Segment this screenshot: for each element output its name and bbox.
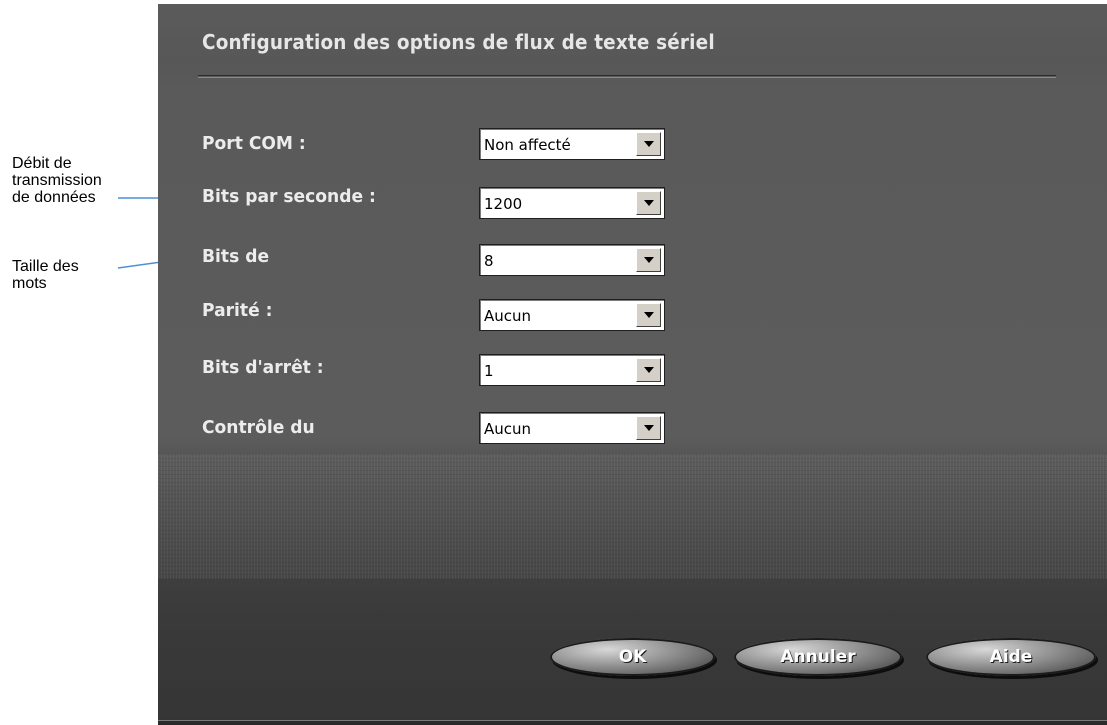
port-com-value: Non affecté [484, 136, 571, 154]
data-bits-label: Bits de [202, 246, 270, 267]
bits-per-second-value: 1200 [484, 195, 523, 213]
chevron-down-icon[interactable] [636, 191, 661, 215]
flow-control-value: Aucun [484, 420, 532, 438]
parity-value: Aucun [484, 307, 532, 325]
ok-button-label: OK [618, 647, 647, 667]
chevron-down-icon[interactable] [636, 416, 661, 440]
screenshot-stage: Débit de transmission de données Taille … [0, 0, 1107, 725]
dialog-title: Configuration des options de flux de tex… [202, 30, 715, 54]
bits-per-second-label: Bits par seconde : [202, 186, 376, 207]
parity-label: Parité : [202, 300, 273, 321]
cancel-button-label: Annuler [780, 647, 856, 667]
help-button-label: Aide [989, 647, 1033, 667]
help-button[interactable]: Aide [926, 638, 1096, 676]
chevron-down-icon[interactable] [636, 303, 661, 327]
flow-control-select[interactable]: Aucun [479, 412, 665, 444]
stop-bits-value: 1 [484, 362, 494, 380]
data-bits-select[interactable]: 8 [479, 244, 665, 276]
port-com-select[interactable]: Non affecté [479, 128, 665, 160]
chevron-down-icon[interactable] [636, 132, 661, 156]
parity-select[interactable]: Aucun [479, 299, 665, 331]
ok-button[interactable]: OK [550, 638, 715, 676]
flow-control-label: Contrôle du [202, 417, 315, 438]
chevron-down-icon[interactable] [636, 358, 661, 382]
dialog-bottom-edge [158, 720, 1107, 725]
background-texture [158, 454, 1107, 579]
stop-bits-select[interactable]: 1 [479, 354, 665, 386]
chevron-down-icon[interactable] [636, 248, 661, 272]
serial-config-dialog: Configuration des options de flux de tex… [158, 4, 1107, 725]
stop-bits-label: Bits d'arrêt : [202, 357, 324, 378]
title-divider [198, 75, 1056, 78]
port-com-label: Port COM : [202, 133, 306, 154]
cancel-button[interactable]: Annuler [734, 638, 902, 676]
bits-per-second-select[interactable]: 1200 [479, 187, 665, 219]
data-bits-value: 8 [484, 252, 494, 270]
